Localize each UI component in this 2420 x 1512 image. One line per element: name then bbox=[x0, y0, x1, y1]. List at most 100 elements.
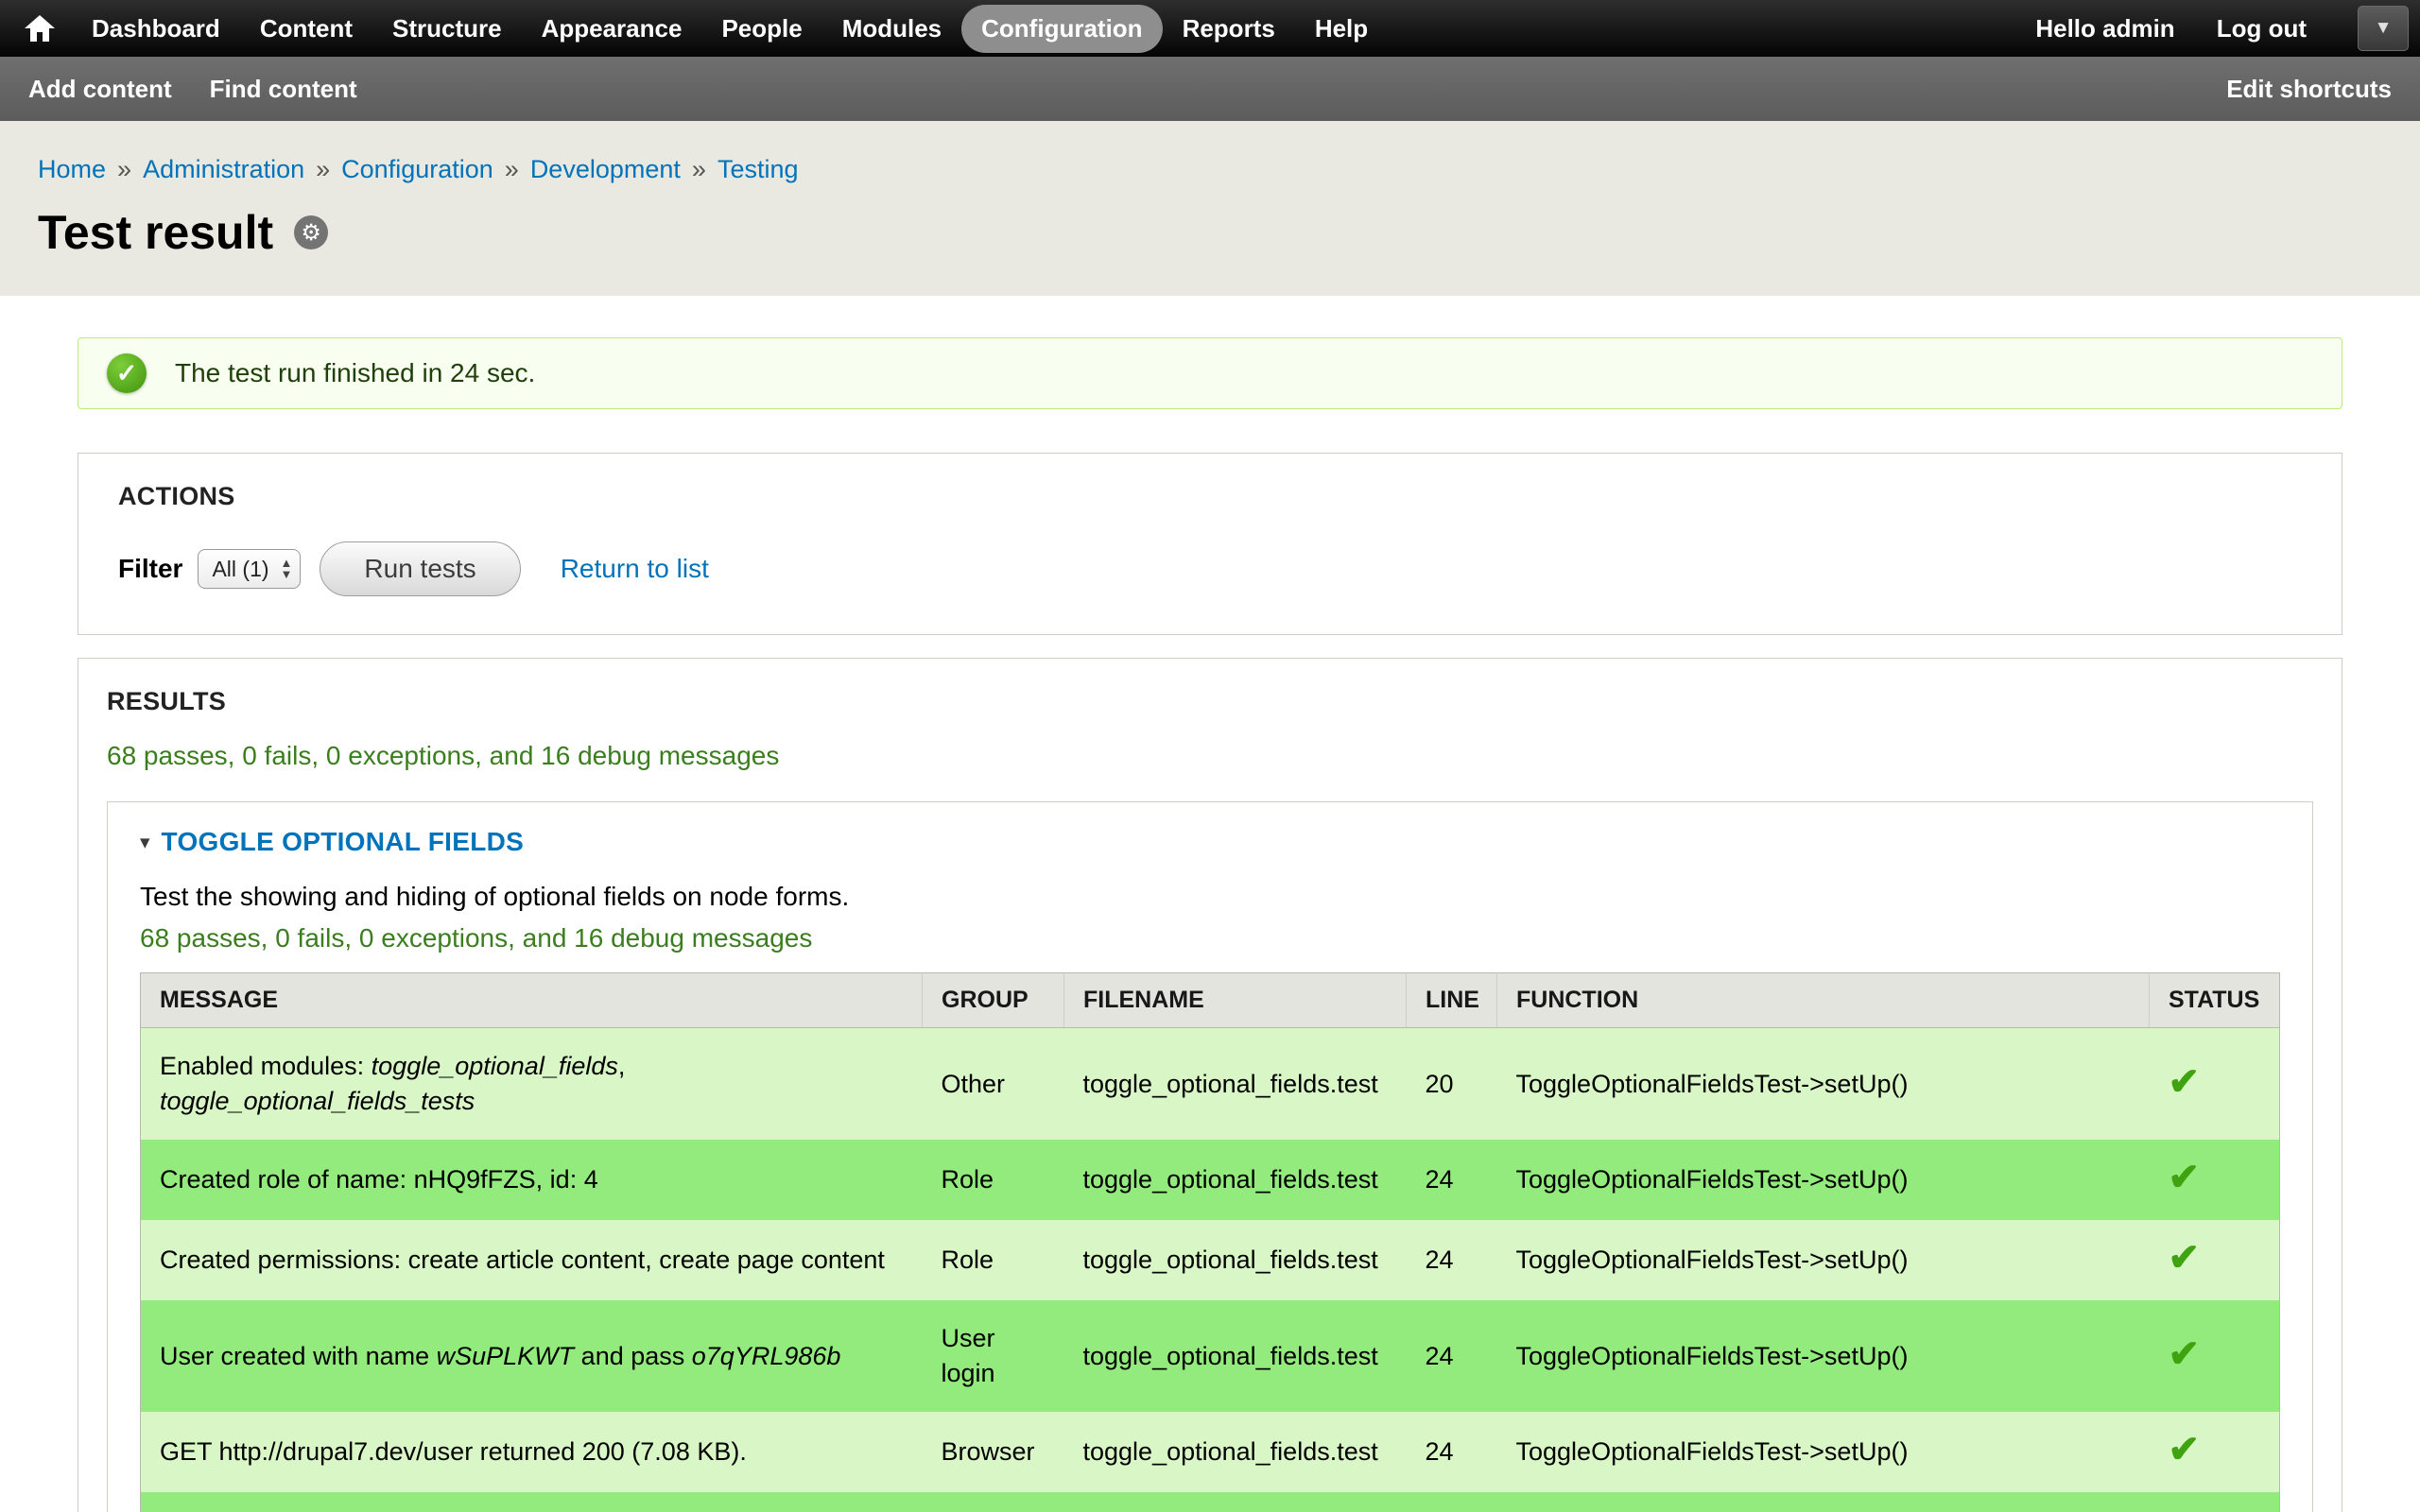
results-table-body: Enabled modules: toggle_optional_fields,… bbox=[141, 1028, 2280, 1512]
toolbar-toggle-button[interactable]: ▼ bbox=[2358, 6, 2409, 51]
table-row: Valid HTML found on "http://drupal7.dev/… bbox=[141, 1492, 2280, 1512]
filter-label: Filter bbox=[118, 554, 182, 584]
toolbar-account-area: Hello admin Log out bbox=[2035, 14, 2307, 43]
toolbar-item-configuration[interactable]: Configuration bbox=[961, 5, 1162, 53]
status-message-text: The test run finished in 24 sec. bbox=[175, 358, 535, 388]
column-header-message: MESSAGE bbox=[141, 973, 923, 1028]
cell-message: GET http://drupal7.dev/user returned 200… bbox=[141, 1412, 923, 1492]
toolbar-item-content[interactable]: Content bbox=[240, 5, 372, 53]
breadcrumb-link-configuration[interactable]: Configuration bbox=[341, 155, 493, 183]
results-legend: RESULTS bbox=[107, 687, 2313, 716]
cell-filename: toggle_optional_fields.test bbox=[1064, 1412, 1407, 1492]
edit-shortcuts-link[interactable]: Edit shortcuts bbox=[2226, 75, 2392, 104]
cell-line: 24 bbox=[1407, 1492, 1497, 1512]
title-row: Test result ⚙ bbox=[38, 205, 2382, 260]
table-row: Enabled modules: toggle_optional_fields,… bbox=[141, 1028, 2280, 1141]
filter-select-value: All (1) bbox=[212, 557, 268, 582]
cell-function: ToggleOptionalFieldsTest->setUp() bbox=[1497, 1220, 2150, 1300]
breadcrumb-link-testing[interactable]: Testing bbox=[717, 155, 799, 183]
cell-function: ToggleOptionalFieldsTest->setUp() bbox=[1497, 1140, 2150, 1220]
filter-row: Filter All (1) ▲ ▼ Run tests Return to l… bbox=[118, 541, 2302, 596]
cell-function: ToggleOptionalFieldsTest->setUp() bbox=[1497, 1028, 2150, 1141]
cell-status: ✔ bbox=[2150, 1220, 2280, 1300]
page-title: Test result bbox=[38, 205, 273, 260]
pass-check-icon: ✔ bbox=[2169, 1333, 2201, 1375]
gear-icon: ⚙ bbox=[301, 219, 321, 247]
column-header-status: STATUS bbox=[2150, 973, 2280, 1028]
table-row: Created role of name: nHQ9fFZS, id: 4Rol… bbox=[141, 1140, 2280, 1220]
breadcrumb-separator: » bbox=[316, 155, 330, 183]
results-table-header-row: MESSAGEGROUPFILENAMELINEFUNCTIONSTATUS bbox=[141, 973, 2280, 1028]
main-content: ✓ The test run finished in 24 sec. ACTIO… bbox=[0, 296, 2420, 1512]
cell-function: ToggleOptionalFieldsTest->setUp() bbox=[1497, 1492, 2150, 1512]
results-table: MESSAGEGROUPFILENAMELINEFUNCTIONSTATUS E… bbox=[140, 972, 2280, 1512]
fieldset-summary: 68 passes, 0 fails, 0 exceptions, and 16… bbox=[140, 923, 2280, 954]
page-header: Home » Administration » Configuration » Develo… bbox=[0, 121, 2420, 296]
fieldset-legend[interactable]: ▾ TOGGLE OPTIONAL FIELDS bbox=[140, 827, 2280, 857]
table-row: User created with name wSuPLKWT and pass… bbox=[141, 1300, 2280, 1412]
home-icon[interactable] bbox=[25, 15, 55, 42]
shortcut-bar: Add content Find content Edit shortcuts bbox=[0, 57, 2420, 121]
cell-group: Browser bbox=[923, 1492, 1064, 1512]
cell-filename: toggle_optional_fields.test bbox=[1064, 1220, 1407, 1300]
admin-toolbar: DashboardContentStructureAppearancePeopl… bbox=[0, 0, 2420, 57]
table-row: GET http://drupal7.dev/user returned 200… bbox=[141, 1412, 2280, 1492]
cell-status: ✔ bbox=[2150, 1300, 2280, 1412]
toolbar-menu: DashboardContentStructureAppearancePeopl… bbox=[72, 5, 1388, 53]
results-panel: RESULTS 68 passes, 0 fails, 0 exceptions… bbox=[78, 658, 2342, 1512]
toolbar-item-reports[interactable]: Reports bbox=[1163, 5, 1295, 53]
breadcrumb-link-development[interactable]: Development bbox=[530, 155, 681, 183]
breadcrumb-separator: » bbox=[692, 155, 706, 183]
column-header-group: GROUP bbox=[923, 973, 1064, 1028]
cell-group: Other bbox=[923, 1028, 1064, 1141]
cell-line: 24 bbox=[1407, 1140, 1497, 1220]
logout-link[interactable]: Log out bbox=[2217, 14, 2307, 43]
run-tests-button[interactable]: Run tests bbox=[320, 541, 520, 596]
breadcrumb-separator: » bbox=[117, 155, 131, 183]
breadcrumb-separator: » bbox=[505, 155, 519, 183]
return-to-list-link[interactable]: Return to list bbox=[561, 554, 709, 584]
cell-filename: toggle_optional_fields.test bbox=[1064, 1492, 1407, 1512]
cell-function: ToggleOptionalFieldsTest->setUp() bbox=[1497, 1412, 2150, 1492]
actions-legend: ACTIONS bbox=[118, 482, 2302, 511]
cell-group: Browser bbox=[923, 1412, 1064, 1492]
contextual-gear-icon[interactable]: ⚙ bbox=[294, 215, 328, 249]
results-summary: 68 passes, 0 fails, 0 exceptions, and 16… bbox=[107, 741, 2313, 771]
test-group-fieldset: ▾ TOGGLE OPTIONAL FIELDS Test the showin… bbox=[107, 801, 2313, 1512]
shortcut-find-content[interactable]: Find content bbox=[210, 75, 357, 104]
column-header-filename: FILENAME bbox=[1064, 973, 1407, 1028]
toolbar-item-modules[interactable]: Modules bbox=[822, 5, 961, 53]
pass-check-icon: ✔ bbox=[2169, 1061, 2201, 1103]
breadcrumb-link-home[interactable]: Home bbox=[38, 155, 106, 183]
cell-function: ToggleOptionalFieldsTest->setUp() bbox=[1497, 1300, 2150, 1412]
toolbar-item-people[interactable]: People bbox=[701, 5, 821, 53]
shortcut-add-content[interactable]: Add content bbox=[28, 75, 172, 104]
cell-status: ✔ bbox=[2150, 1412, 2280, 1492]
username-link[interactable]: admin bbox=[2102, 14, 2175, 43]
table-row: Created permissions: create article cont… bbox=[141, 1220, 2280, 1300]
cell-line: 24 bbox=[1407, 1412, 1497, 1492]
toolbar-item-help[interactable]: Help bbox=[1295, 5, 1388, 53]
greeting-prefix: Hello bbox=[2035, 14, 2102, 43]
breadcrumb-link-administration[interactable]: Administration bbox=[143, 155, 304, 183]
filter-select[interactable]: All (1) ▲ ▼ bbox=[198, 549, 301, 589]
toolbar-item-appearance[interactable]: Appearance bbox=[522, 5, 702, 53]
toolbar-item-structure[interactable]: Structure bbox=[372, 5, 522, 53]
cell-line: 20 bbox=[1407, 1028, 1497, 1141]
cell-line: 24 bbox=[1407, 1220, 1497, 1300]
cell-message: Valid HTML found on "http://drupal7.dev/… bbox=[141, 1492, 923, 1512]
pass-check-icon: ✔ bbox=[2169, 1157, 2201, 1198]
cell-group: Role bbox=[923, 1220, 1064, 1300]
toolbar-item-dashboard[interactable]: Dashboard bbox=[72, 5, 240, 53]
select-stepper-icon: ▲ ▼ bbox=[281, 558, 293, 580]
cell-message: Created role of name: nHQ9fFZS, id: 4 bbox=[141, 1140, 923, 1220]
shortcut-links: Add content Find content bbox=[28, 75, 395, 104]
pass-check-icon: ✔ bbox=[2169, 1237, 2201, 1279]
cell-filename: toggle_optional_fields.test bbox=[1064, 1028, 1407, 1141]
cell-message: Created permissions: create article cont… bbox=[141, 1220, 923, 1300]
cell-group: User login bbox=[923, 1300, 1064, 1412]
greeting: Hello admin bbox=[2035, 14, 2174, 43]
cell-message: User created with name wSuPLKWT and pass… bbox=[141, 1300, 923, 1412]
collapse-triangle-icon: ▾ bbox=[140, 831, 150, 854]
column-header-function: FUNCTION bbox=[1497, 973, 2150, 1028]
